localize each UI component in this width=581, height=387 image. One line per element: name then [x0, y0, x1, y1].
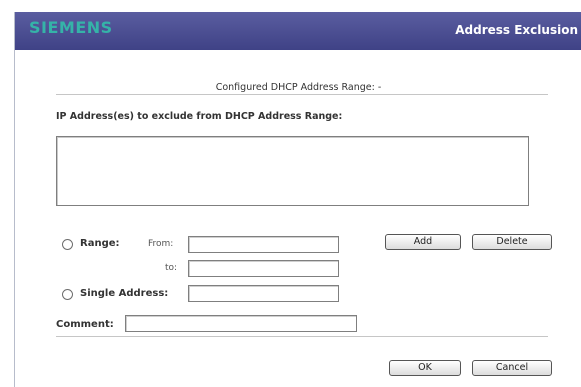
divider-top: [56, 94, 548, 95]
range-label: Range:: [80, 238, 120, 249]
cancel-button[interactable]: Cancel: [472, 360, 552, 376]
comment-input[interactable]: [125, 315, 357, 332]
comment-label: Comment:: [56, 319, 114, 330]
range-radio[interactable]: [62, 239, 73, 250]
from-label: From:: [148, 239, 174, 249]
ok-button[interactable]: OK: [389, 360, 461, 376]
exclude-list-label: IP Address(es) to exclude from DHCP Addr…: [56, 111, 343, 122]
header-bar: SIEMENS Address Exclusion: [15, 12, 581, 50]
dialog-frame: SIEMENS Address Exclusion Configured DHC…: [14, 12, 581, 387]
excluded-address-list[interactable]: [56, 136, 529, 206]
single-address-input[interactable]: [188, 285, 339, 302]
delete-button[interactable]: Delete: [472, 234, 552, 250]
page-title: Address Exclusion: [455, 23, 578, 37]
range-to-input[interactable]: [188, 260, 339, 277]
range-from-input[interactable]: [188, 236, 339, 253]
to-label: to:: [165, 263, 178, 273]
add-button[interactable]: Add: [385, 234, 461, 250]
divider-bottom: [56, 336, 548, 337]
single-address-label: Single Address:: [80, 288, 169, 299]
single-address-radio[interactable]: [62, 289, 73, 300]
siemens-logo: SIEMENS: [29, 18, 113, 37]
configured-range-text: Configured DHCP Address Range: -: [215, 82, 382, 93]
